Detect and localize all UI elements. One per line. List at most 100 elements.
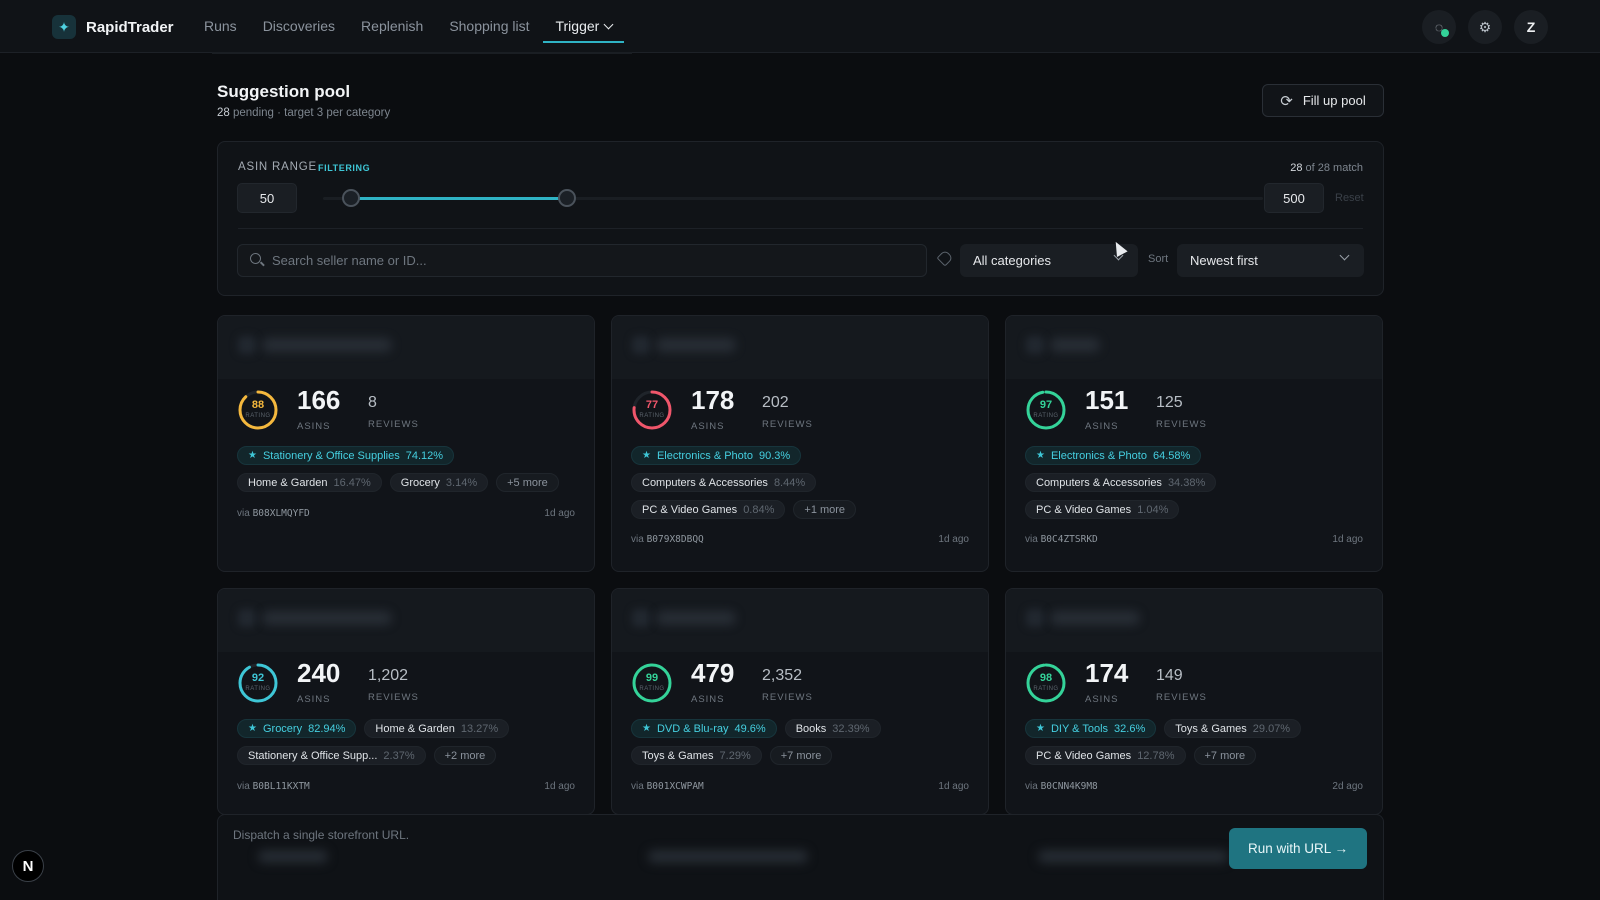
reviews-label: REVIEWS — [1156, 419, 1207, 430]
seller-card[interactable]: 98 RATING 174 ASINS 149 REVIEWS ★ DIY & Tools 32… — [1005, 588, 1383, 815]
chevron-down-icon — [603, 19, 614, 29]
card-timestamp: 1d ago — [938, 534, 969, 545]
more-categories-chip[interactable]: +5 more — [496, 473, 559, 492]
brand[interactable]: ✦ RapidTrader — [52, 15, 174, 39]
status-button[interactable]: ◌ — [1422, 10, 1456, 44]
search-field[interactable] — [237, 244, 927, 277]
seller-card[interactable]: 88 RATING 166 ASINS 8 REVIEWS ★ Stationery & Of… — [217, 315, 595, 572]
range-slider-fill — [351, 197, 568, 200]
more-categories-chip[interactable]: +7 more — [769, 746, 833, 765]
category-chip[interactable]: Grocery 3.14% — [389, 473, 489, 492]
card-header — [218, 316, 594, 379]
rating-label: RATING — [639, 413, 665, 419]
category-chip[interactable]: Toys & Games 7.29% — [631, 746, 762, 765]
category-pct: 3.14% — [445, 476, 478, 489]
via-label: via — [631, 781, 644, 792]
rating-value: 98 — [1039, 672, 1053, 684]
card-header — [612, 589, 988, 652]
nav-replenish[interactable]: Replenish — [349, 0, 435, 52]
seller-logo — [238, 609, 256, 627]
dev-badge[interactable]: N — [12, 850, 44, 882]
seller-card[interactable]: 92 RATING 240 ASINS 1,202 REVIEWS ★ Grocery 82.9… — [217, 588, 595, 815]
rating-value: 92 — [251, 672, 265, 684]
tag-icon — [936, 249, 954, 267]
top-category-chip[interactable]: ★ DIY & Tools 32.6% — [1025, 719, 1157, 738]
top-category-chip[interactable]: ★ Stationery & Office Supplies 74.12% — [237, 446, 455, 465]
card-stats: 99 RATING 479 ASINS 2,352 REVIEWS — [631, 658, 969, 706]
category-chip[interactable]: Books 32.39% — [784, 719, 881, 738]
top-category-chip[interactable]: ★ Grocery 82.94% — [237, 719, 357, 738]
card-header — [1006, 316, 1382, 379]
page-title: Suggestion pool — [217, 82, 351, 101]
settings-button[interactable]: ⚙ — [1468, 10, 1502, 44]
blurred-seller-name — [262, 338, 392, 352]
more-categories-chip[interactable]: +1 more — [793, 500, 857, 519]
rating-value: 97 — [1039, 399, 1053, 411]
fill-up-pool-button[interactable]: ⟳ Fill up pool — [1262, 84, 1384, 117]
seller-card[interactable]: 99 RATING 479 ASINS 2,352 REVIEWS ★ DVD & Blu-r… — [611, 588, 989, 815]
top-category-chip[interactable]: ★ Electronics & Photo 90.3% — [631, 446, 802, 465]
category-chip[interactable]: Computers & Accessories 34.38% — [1025, 473, 1217, 492]
range-max-handle[interactable] — [558, 189, 577, 207]
run-with-url-button[interactable]: Run with URL → — [1229, 828, 1367, 869]
category-chip[interactable]: Computers & Accessories 8.44% — [631, 473, 817, 492]
nav-discoveries[interactable]: Discoveries — [251, 0, 347, 52]
seller-logo — [632, 336, 650, 354]
reset-button[interactable]: Reset — [1335, 192, 1364, 204]
category-chip[interactable]: PC & Video Games 0.84% — [631, 500, 786, 519]
blurred-seller-name — [656, 611, 736, 625]
card-stats: 77 RATING 178 ASINS 202 REVIEWS — [631, 385, 969, 433]
fill-up-pool-label: Fill up pool — [1302, 93, 1366, 108]
top-actions: ◌ ⚙ Z — [1422, 10, 1548, 44]
via-asin[interactable]: B0CNN4K9M8 — [1041, 781, 1098, 792]
avatar[interactable]: Z — [1514, 10, 1548, 44]
nav-shopping-list[interactable]: Shopping list — [437, 0, 541, 52]
category-chip[interactable]: Home & Garden 13.27% — [364, 719, 510, 738]
category-pct: 34.38% — [1167, 476, 1206, 489]
star-icon: ★ — [248, 723, 257, 734]
nav-divider — [212, 52, 632, 54]
category-chip[interactable]: Home & Garden 16.47% — [237, 473, 382, 492]
page-subtitle: 28 pending · target 3 per category — [217, 107, 390, 119]
category-name: Stationery & Office Supp... — [248, 749, 378, 762]
range-min-input[interactable]: 50 — [237, 183, 297, 213]
nav-trigger[interactable]: Trigger — [543, 0, 625, 52]
sort-select[interactable]: Newest first — [1177, 244, 1364, 277]
seller-logo — [1026, 609, 1044, 627]
search-input[interactable] — [272, 245, 912, 276]
rating-value: 77 — [645, 399, 659, 411]
reviews-label: REVIEWS — [1156, 692, 1207, 703]
category-name: Home & Garden — [248, 476, 328, 489]
more-categories-chip[interactable]: +7 more — [1193, 746, 1257, 765]
category-chip[interactable]: Toys & Games 29.07% — [1164, 719, 1302, 738]
category-chip[interactable]: PC & Video Games 12.78% — [1025, 746, 1186, 765]
via-asin[interactable]: B001XCWPAM — [647, 781, 704, 792]
category-pct: 16.47% — [333, 476, 371, 489]
category-chip[interactable]: Stationery & Office Supp... 2.37% — [237, 746, 426, 765]
via-asin[interactable]: B079X8DBQQ — [647, 534, 704, 545]
via-source: via B079X8DBQQ — [631, 534, 704, 545]
seller-card[interactable]: 77 RATING 178 ASINS 202 REVIEWS ★ Electronics &… — [611, 315, 989, 572]
category-chips: ★ Electronics & Photo 64.58% Computers & Ac… — [1025, 446, 1372, 519]
seller-card[interactable]: 97 RATING 151 ASINS 125 REVIEWS ★ Electronics &… — [1005, 315, 1383, 572]
via-asin[interactable]: B0C4ZTSRKD — [1041, 534, 1098, 545]
blurred-seller-name — [1050, 338, 1100, 352]
nav-runs[interactable]: Runs — [192, 0, 249, 52]
reviews-label: REVIEWS — [368, 419, 419, 430]
range-max-input[interactable]: 500 — [1264, 183, 1324, 213]
asins-label: ASINS — [297, 421, 331, 432]
top-category-chip[interactable]: ★ Electronics & Photo 64.58% — [1025, 446, 1202, 465]
via-asin[interactable]: B08XLMQYFD — [253, 508, 310, 519]
range-min-handle[interactable] — [342, 189, 361, 207]
match-number: 28 — [1290, 162, 1303, 174]
category-pct: 0.84% — [743, 503, 775, 516]
via-asin[interactable]: B0BL11KXTM — [253, 781, 310, 792]
category-pct: 13.27% — [460, 722, 499, 735]
top-category-chip[interactable]: ★ DVD & Blu-ray 49.6% — [631, 719, 777, 738]
category-select[interactable]: All categories — [960, 244, 1138, 277]
reviews-count: 2,352 — [762, 667, 803, 684]
category-chip[interactable]: PC & Video Games 1.04% — [1025, 500, 1180, 519]
category-name: Computers & Accessories — [642, 476, 768, 489]
range-slider[interactable] — [323, 189, 1263, 207]
more-categories-chip[interactable]: +2 more — [433, 746, 497, 765]
